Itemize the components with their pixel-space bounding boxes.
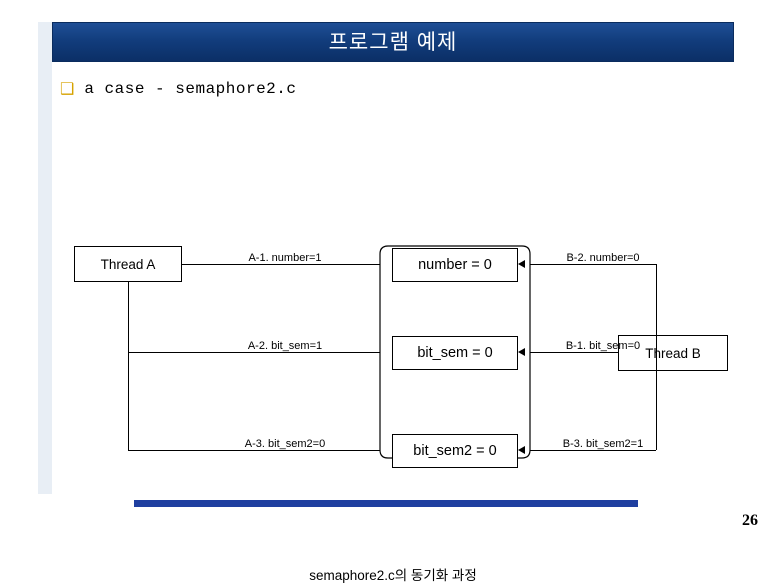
thread-b-spine xyxy=(656,264,657,450)
row-1-left-label: A-1. number=1 xyxy=(220,252,350,264)
row-2-center-box: bit_sem = 0 xyxy=(392,336,518,370)
body-panel: ❑ a case - semaphore2.c Thread A Thread … xyxy=(52,62,734,583)
row-1-center-box: number = 0 xyxy=(392,248,518,282)
thread-a-connector-row1 xyxy=(182,264,380,265)
bullet-row: ❑ a case - semaphore2.c xyxy=(60,80,296,98)
row-2-right-text: B-1. bit_sem=0 xyxy=(565,340,641,352)
row-1-arrow-icon xyxy=(518,260,525,268)
thread-a-connector-row3 xyxy=(128,450,380,451)
row-3-left-text: A-3. bit_sem2=0 xyxy=(244,438,326,450)
thread-b-connector-row1 xyxy=(530,264,656,265)
thread-a-connector-row2 xyxy=(128,352,380,353)
synchronization-diagram: Thread A Thread B A-1. number=1 number =… xyxy=(52,172,734,583)
left-accent-bar xyxy=(38,22,52,494)
bullet-square-icon: ❑ xyxy=(60,79,75,98)
row-3-right-label: B-3. bit_sem2=1 xyxy=(538,438,668,450)
row-3-right-text: B-3. bit_sem2=1 xyxy=(562,438,644,450)
diagram-caption: semaphore2.c의 동기화 과정 xyxy=(309,568,477,583)
row-3-center-text: bit_sem2 = 0 xyxy=(413,443,497,459)
page-title: 프로그램 예제 xyxy=(328,31,458,54)
thread-a-box: Thread A xyxy=(74,246,182,282)
row-3-arrow-icon xyxy=(518,446,525,454)
row-3-center-box: bit_sem2 = 0 xyxy=(392,434,518,468)
row-2-right-label: B-1. bit_sem=0 xyxy=(538,340,668,352)
row-2-arrow-icon xyxy=(518,348,525,356)
thread-a-label: Thread A xyxy=(100,256,156,272)
thread-b-connector-row2 xyxy=(530,352,618,353)
row-2-center-text: bit_sem = 0 xyxy=(417,345,493,361)
row-1-left-text: A-1. number=1 xyxy=(248,252,322,264)
row-1-right-text: B-2. number=0 xyxy=(566,252,640,264)
thread-b-connector-row3 xyxy=(530,450,656,451)
title-bar: 프로그램 예제 xyxy=(52,22,734,62)
row-1-center-text: number = 0 xyxy=(418,257,492,273)
row-2-left-label: A-2. bit_sem=1 xyxy=(220,340,350,352)
row-3-left-label: A-3. bit_sem2=0 xyxy=(220,438,350,450)
thread-a-spine xyxy=(128,282,129,450)
footer-rule xyxy=(134,500,638,507)
bullet-label: a case - semaphore2.c xyxy=(84,80,297,98)
slide: 프로그램 예제 ❑ a case - semaphore2.c Thread A… xyxy=(0,0,780,583)
row-2-left-text: A-2. bit_sem=1 xyxy=(247,340,323,352)
page-number: 26 xyxy=(742,512,758,529)
row-1-right-label: B-2. number=0 xyxy=(538,252,668,264)
